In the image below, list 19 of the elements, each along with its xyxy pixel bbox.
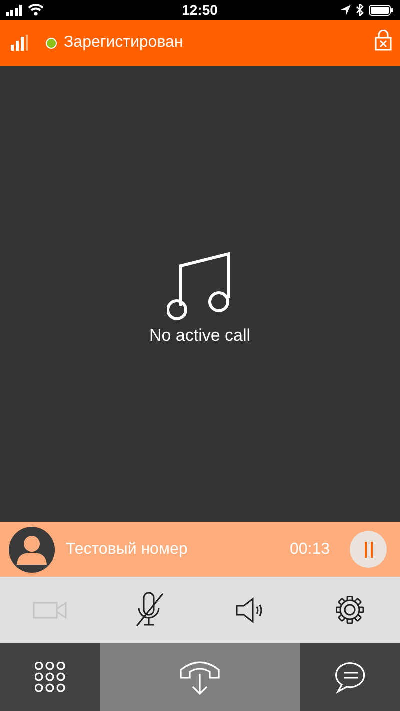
cellular-signal-icon [6,4,23,16]
settings-icon[interactable] [336,596,364,624]
location-arrow-icon [341,5,351,15]
chat-icon[interactable] [334,660,366,694]
battery-icon [369,4,394,16]
call-duration: 00:13 [290,540,330,558]
no-call-message: No active call [149,326,251,346]
bluetooth-icon [356,4,364,16]
contact-name: Тестовый номер [66,540,189,558]
contact-avatar [9,526,55,572]
keypad-icon[interactable] [35,662,65,692]
microphone-icon[interactable] [134,592,166,628]
wifi-icon [28,4,44,16]
padlock-icon[interactable] [375,30,392,51]
registration-status: Зарегистирован [64,34,184,52]
pause-icon [364,542,374,558]
status-time: 12:50 [182,2,218,18]
speaker-icon[interactable] [236,596,264,624]
signal-strength-icon [11,35,28,51]
